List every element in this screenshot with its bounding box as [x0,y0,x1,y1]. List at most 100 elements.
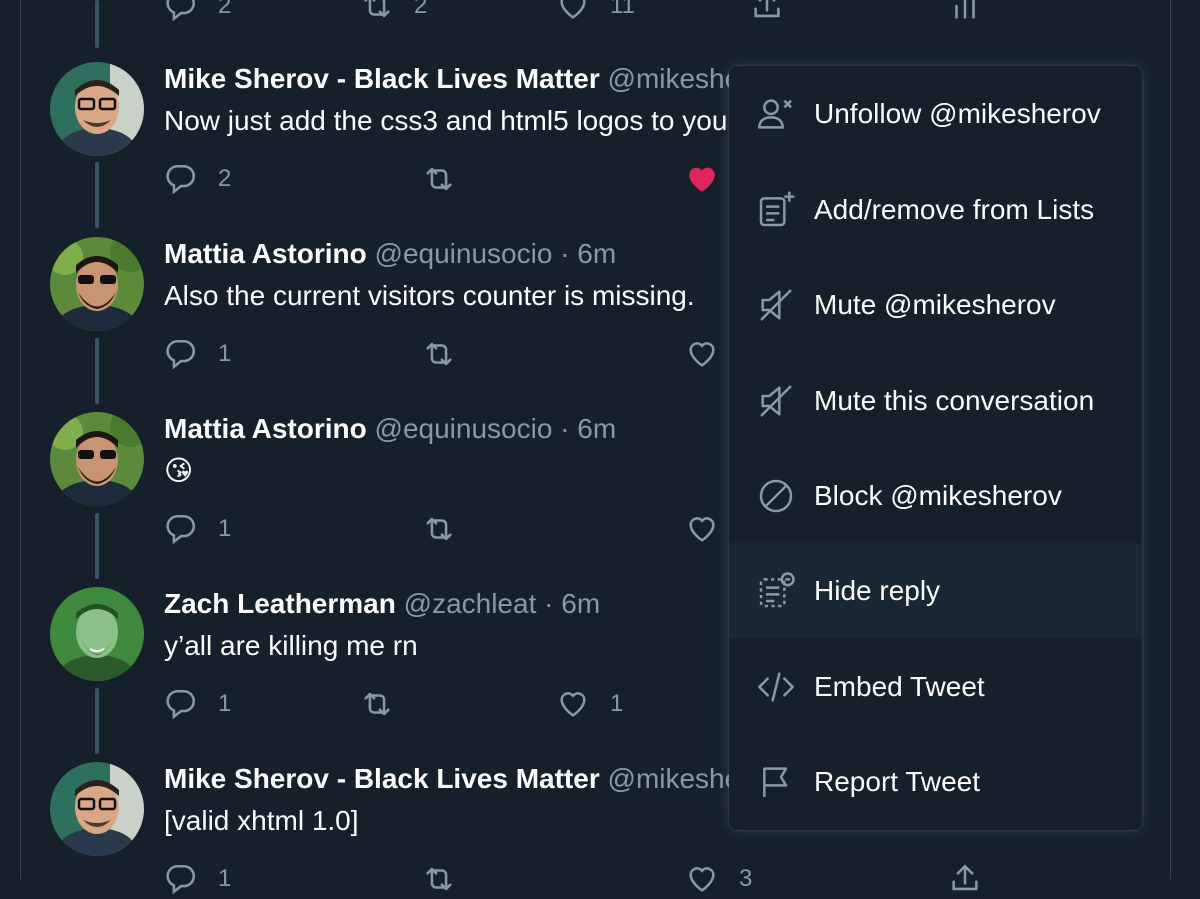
thread-line [95,0,99,48]
share-button[interactable] [750,0,784,26]
reply-icon [166,0,196,22]
like-button[interactable] [685,159,719,199]
user-handle[interactable]: @mikesherov [608,763,734,794]
menu-item-mute-user[interactable]: Mute @mikesherov [729,257,1142,352]
avatar-image [50,587,144,681]
user-handle[interactable]: @equinusocio [375,413,553,444]
reply-count: 2 [218,165,232,192]
display-name[interactable]: Mike Sherov - Black Lives Matter [164,63,600,94]
share-button[interactable] [948,859,982,899]
tweet-options-menu: Unfollow @mikesherov Add/remove from Lis… [729,66,1142,830]
retweet-button[interactable] [360,684,394,724]
avatar-image [50,762,144,856]
tweet-header: Mike Sherov - Black Lives Matter @mikesh… [164,62,734,96]
like-button[interactable]: 3 [685,859,752,899]
retweet-button[interactable] [422,509,456,549]
reply-icon [166,339,196,370]
retweet-icon [364,0,390,18]
tweet-header: Mattia Astorino @equinusocio · 6m [164,412,616,446]
menu-item-block[interactable]: Block @mikesherov [729,448,1142,543]
tweet-time[interactable]: · 6m [560,413,616,444]
avatar[interactable] [50,587,144,681]
tweet-text: 😘 [164,455,194,486]
reply-button[interactable]: 2 [164,0,231,26]
avatar[interactable] [50,62,144,156]
tweet-actions: 2 [164,159,784,199]
mute-icon [756,381,796,421]
menu-item-label: Block @mikesherov [814,479,1062,511]
tweet-time[interactable]: · 6m [544,588,600,619]
reply-icon [166,689,196,720]
like-button[interactable] [685,334,719,374]
reply-button[interactable]: 1 [164,334,231,374]
user-handle[interactable]: @zachleat [404,588,537,619]
heart-icon [689,342,715,367]
menu-item-add-remove-lists[interactable]: Add/remove from Lists [729,162,1142,257]
menu-item-embed-tweet[interactable]: Embed Tweet [729,639,1142,734]
tweet-actions: 1 [164,334,784,374]
share-icon [952,864,978,891]
like-count: 1 [610,690,624,717]
tweet-actions: 1 1 [164,684,784,724]
reply-button[interactable]: 2 [164,159,231,199]
menu-item-label: Mute @mikesherov [814,288,1056,320]
reply-count: 1 [218,515,232,542]
avatar[interactable] [50,237,144,331]
retweet-icon [426,867,452,891]
menu-item-label: Hide reply [814,574,941,606]
user-handle[interactable]: @mikesherov [608,63,734,94]
menu-item-label: Embed Tweet [814,670,985,702]
tweet-header: Zach Leatherman @zachleat · 6m [164,587,600,621]
display-name[interactable]: Zach Leatherman [164,588,396,619]
display-name[interactable]: Mattia Astorino [164,238,367,269]
menu-item-hide-reply[interactable]: Hide reply [729,543,1142,638]
tweet-header: Mattia Astorino @equinusocio · 6m [164,237,616,271]
timeline-border-right [1170,0,1171,879]
heart-filled-icon [689,167,715,192]
retweet-icon [426,342,452,366]
retweet-icon [426,517,452,541]
retweet-icon [426,167,452,191]
reply-button[interactable]: 1 [164,684,231,724]
reply-button[interactable]: 1 [164,509,231,549]
like-button[interactable]: 1 [556,684,623,724]
like-button[interactable]: 11 [556,0,635,26]
heart-icon [560,0,586,19]
tweet-text: [valid xhtml 1.0] [164,805,359,836]
tweet-time[interactable]: · 6m [560,238,616,269]
tweet-actions: 1 [164,509,784,549]
reply-count: 1 [218,340,232,367]
tweet-text: y’all are killing me rn [164,630,418,661]
analytics-button[interactable] [948,0,982,26]
menu-item-mute-conversation[interactable]: Mute this conversation [729,353,1142,448]
reply-button[interactable]: 1 [164,859,231,899]
embed-icon [756,667,796,707]
mute-icon [756,285,796,325]
like-button[interactable] [685,509,719,549]
menu-item-report-tweet[interactable]: Report Tweet [729,734,1142,829]
avatar[interactable] [50,762,144,856]
tweet-header: Mike Sherov - Black Lives Matter @mikesh… [164,762,734,796]
menu-item-label: Unfollow @mikesherov [814,97,1101,129]
share-icon [754,0,780,18]
avatar-image [50,412,144,506]
menu-item-unfollow[interactable]: Unfollow @mikesherov [729,66,1142,161]
unfollow-icon [756,94,796,134]
retweet-button[interactable] [422,859,456,899]
retweet-button[interactable] [422,159,456,199]
list-add-icon [756,190,796,230]
avatar-image [50,62,144,156]
display-name[interactable]: Mike Sherov - Black Lives Matter [164,763,600,794]
flag-icon [756,762,796,802]
reply-count: 1 [218,865,232,892]
tweet-text: Also the current visitors counter is mis… [164,280,695,311]
reply-count: 2 [218,0,232,19]
avatar[interactable] [50,412,144,506]
menu-item-label: Mute this conversation [814,384,1095,416]
previous-tweet-actions: 2 2 11 [164,0,984,26]
retweet-button[interactable] [422,334,456,374]
user-handle[interactable]: @equinusocio [375,238,553,269]
display-name[interactable]: Mattia Astorino [164,413,367,444]
tweet-text: Now just add the css3 and html5 logos to… [164,105,729,136]
retweet-button[interactable]: 2 [360,0,427,26]
